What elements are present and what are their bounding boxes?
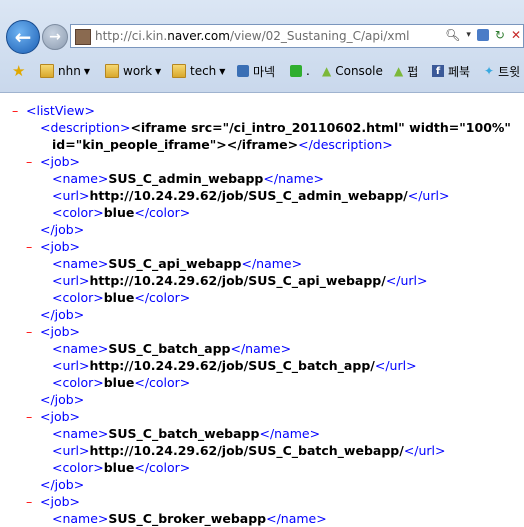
forward-arrow-icon: →	[49, 29, 61, 45]
forward-button[interactable]: →	[42, 24, 68, 50]
compat-view-icon[interactable]	[476, 29, 489, 41]
favorite-folder-work[interactable]: work ▼	[105, 62, 161, 80]
favorite-site-facebook[interactable]: f 페북	[432, 62, 470, 80]
url-prefix: http://ci.kin.	[95, 29, 168, 43]
job-open-tag: <job>	[40, 494, 81, 509]
job-color: <color>blue</color>	[52, 375, 191, 390]
job-name: <name>SUS_C_batch_webapp</name>	[52, 426, 321, 441]
collapse-toggle[interactable]: –	[26, 408, 32, 425]
favorite-label: tech	[190, 64, 217, 78]
job-open-tag: <job>	[40, 409, 81, 424]
dropdown-icon[interactable]: ▾	[466, 30, 471, 40]
folder-icon	[172, 64, 186, 78]
description-continuation: id="kin_people_iframe"></iframe></descri…	[52, 137, 393, 152]
twitter-icon: ✦	[484, 64, 495, 78]
url-path: /view/02_Sustaning_C/api/xml	[229, 29, 410, 43]
job-open-tag: <job>	[40, 154, 81, 169]
url-host: naver.com	[167, 29, 230, 43]
job-url: <url>http://10.24.29.62/job/SUS_C_admin_…	[52, 188, 450, 203]
collapse-toggle[interactable]: –	[26, 323, 32, 340]
favorite-label: 펍	[407, 64, 419, 79]
back-arrow-icon: ←	[14, 25, 32, 49]
android-icon: ▲	[394, 64, 404, 78]
favorite-label: 마넥	[253, 64, 276, 79]
browser-chrome: ← → http://ci.kin.naver.com/view/02_Sust…	[0, 0, 524, 93]
favorite-label: nhn	[58, 64, 81, 78]
favorite-label: 트윗	[498, 64, 521, 79]
favorite-site-green[interactable]: .	[290, 62, 310, 80]
stop-icon[interactable]: ✕	[511, 28, 521, 42]
refresh-icon[interactable]: ↻	[495, 28, 505, 42]
job-open-tag: <job>	[40, 239, 81, 254]
favorite-label: Console	[335, 64, 383, 78]
job-url: <url>http://10.24.29.62/job/SUS_C_api_we…	[52, 273, 428, 288]
favorite-site-manek[interactable]: 마넥	[237, 62, 275, 80]
collapse-toggle[interactable]: –	[26, 238, 32, 255]
favorite-folder-nhn[interactable]: nhn ▼	[40, 62, 90, 80]
folder-icon	[105, 64, 119, 78]
favorites-star-icon[interactable]: ★	[12, 62, 25, 80]
job-close-tag: </job>	[40, 392, 85, 407]
favorite-site-pub[interactable]: ▲ 펍	[394, 62, 418, 80]
green-site-icon	[290, 65, 302, 77]
favorite-site-twitter[interactable]: ✦ 트윗	[484, 62, 520, 80]
search-icon[interactable]: 🔍︎	[445, 28, 460, 42]
address-bar[interactable]: http://ci.kin.naver.com/view/02_Sustanin…	[70, 24, 524, 48]
description-element: <description><iframe src="/ci_intro_2011…	[40, 120, 511, 135]
favorite-site-console[interactable]: ▲ Console	[322, 62, 383, 80]
job-name: <name>SUS_C_batch_app</name>	[52, 341, 292, 356]
job-name: <name>SUS_C_admin_webapp</name>	[52, 171, 324, 186]
job-name: <name>SUS_C_api_webapp</name>	[52, 256, 303, 271]
url-text[interactable]: http://ci.kin.naver.com/view/02_Sustanin…	[95, 29, 410, 43]
favorite-label: work	[123, 64, 153, 78]
collapse-toggle[interactable]: –	[26, 153, 32, 170]
job-close-tag: </job>	[40, 222, 85, 237]
address-bar-icons: 🔍︎ ▾ ↻ ✕	[445, 28, 521, 42]
job-url: <url>http://10.24.29.62/job/SUS_C_batch_…	[52, 443, 446, 458]
favorite-label: 페북	[448, 64, 471, 79]
collapse-toggle[interactable]: –	[26, 493, 32, 510]
collapse-toggle[interactable]: –	[12, 102, 18, 119]
job-color: <color>blue</color>	[52, 205, 191, 220]
site-favicon-icon	[75, 29, 91, 45]
job-open-tag: <job>	[40, 324, 81, 339]
job-close-tag: </job>	[40, 477, 85, 492]
job-color: <color>blue</color>	[52, 290, 191, 305]
xml-document: – <listView> <description><iframe src="/…	[0, 95, 524, 526]
back-button[interactable]: ←	[6, 20, 40, 54]
favorite-folder-tech[interactable]: tech ▼	[172, 62, 225, 80]
favorite-label: .	[306, 64, 310, 78]
root-open-tag: <listView>	[26, 103, 95, 118]
facebook-icon: f	[432, 65, 444, 77]
folder-icon	[40, 64, 54, 78]
calendar-icon	[237, 65, 249, 77]
job-close-tag: </job>	[40, 307, 85, 322]
job-color: <color>blue</color>	[52, 460, 191, 475]
navigation-row: ← → http://ci.kin.naver.com/view/02_Sust…	[0, 18, 524, 58]
favorites-bar: ★ nhn ▼ work ▼ tech ▼ 마넥 . ▲ Console ▲ 펍 f 페북 …	[0, 58, 524, 84]
job-url: <url>http://10.24.29.62/job/SUS_C_batch_…	[52, 358, 417, 373]
android-icon: ▲	[322, 64, 332, 78]
